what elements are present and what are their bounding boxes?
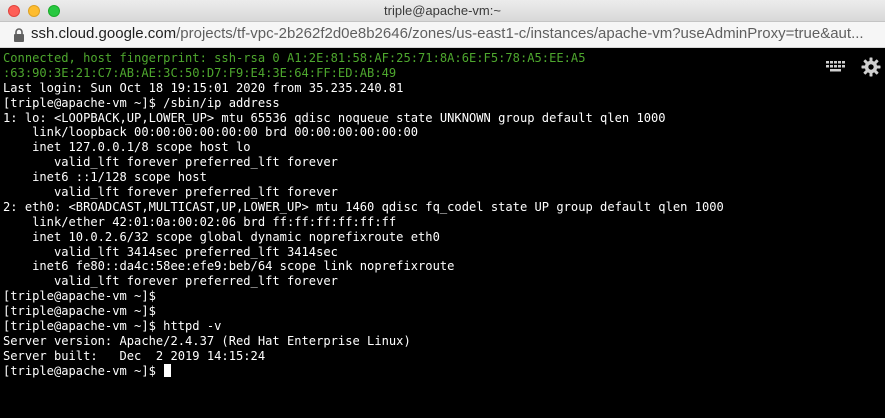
terminal-line: valid_lft forever preferred_lft forever bbox=[3, 185, 338, 200]
url-text[interactable]: ssh.cloud.google.com/projects/tf-vpc-2b2… bbox=[31, 25, 881, 42]
terminal-line: 2: eth0: <BROADCAST,MULTICAST,UP,LOWER_U… bbox=[3, 199, 724, 214]
connection-notice-line: :63:90:3E:21:C7:AB:AE:3C:50:D7:F9:E4:3E:… bbox=[3, 65, 397, 80]
terminal-line: valid_lft forever preferred_lft forever bbox=[3, 155, 338, 170]
address-bar[interactable]: ssh.cloud.google.com/projects/tf-vpc-2b2… bbox=[0, 22, 885, 48]
keyboard-icon[interactable] bbox=[826, 61, 846, 73]
terminal-line: valid_lft 3414sec preferred_lft 3414sec bbox=[3, 244, 338, 259]
terminal-line: link/loopback 00:00:00:00:00:00 brd 00:0… bbox=[3, 125, 419, 140]
terminal-line: [triple@apache-vm ~]$ /sbin/ip address bbox=[3, 95, 280, 110]
terminal-line: [triple@apache-vm ~]$ httpd -v bbox=[3, 319, 222, 334]
terminal-line: Server built: Dec 2 2019 14:15:24 bbox=[3, 348, 266, 363]
terminal-line: valid_lft forever preferred_lft forever bbox=[3, 274, 338, 289]
gear-icon[interactable] bbox=[861, 57, 881, 77]
terminal-line: inet 127.0.0.1/8 scope host lo bbox=[3, 140, 251, 155]
terminal-cursor bbox=[164, 363, 172, 377]
terminal-line: 1: lo: <LOOPBACK,UP,LOWER_UP> mtu 65536 … bbox=[3, 110, 666, 125]
url-host: ssh.cloud.google.com bbox=[31, 25, 177, 42]
terminal-line: [triple@apache-vm ~]$ bbox=[3, 363, 815, 379]
terminal-output: Connected, host fingerprint: ssh-rsa 0 A… bbox=[3, 51, 815, 379]
terminal-line: Server version: Apache/2.4.37 (Red Hat E… bbox=[3, 333, 411, 348]
lock-icon bbox=[14, 28, 24, 42]
terminal-line: inet6 fe80::da4c:58ee:efe9:beb/64 scope … bbox=[3, 259, 455, 274]
terminal-line: inet 10.0.2.6/32 scope global dynamic no… bbox=[3, 229, 440, 244]
url-path: /projects/tf-vpc-2b262f2d0e8b2646/zones/… bbox=[176, 25, 864, 42]
terminal-line: [triple@apache-vm ~]$ bbox=[3, 289, 156, 304]
terminal-area[interactable]: Connected, host fingerprint: ssh-rsa 0 A… bbox=[0, 49, 885, 418]
connection-notice-line: Connected, host fingerprint: ssh-rsa 0 A… bbox=[3, 51, 586, 65]
terminal-line: [triple@apache-vm ~]$ bbox=[3, 304, 156, 319]
terminal-line: inet6 ::1/128 scope host bbox=[3, 170, 207, 185]
terminal-line: link/ether 42:01:0a:00:02:06 brd ff:ff:f… bbox=[3, 214, 397, 229]
window-title: triple@apache-vm:~ bbox=[384, 3, 501, 18]
terminal-line: Last login: Sun Oct 18 19:15:01 2020 fro… bbox=[3, 80, 404, 95]
window-titlebar: triple@apache-vm:~ bbox=[0, 0, 885, 22]
ssh-browser-window: triple@apache-vm:~ ssh.cloud.google.com/… bbox=[0, 0, 885, 418]
